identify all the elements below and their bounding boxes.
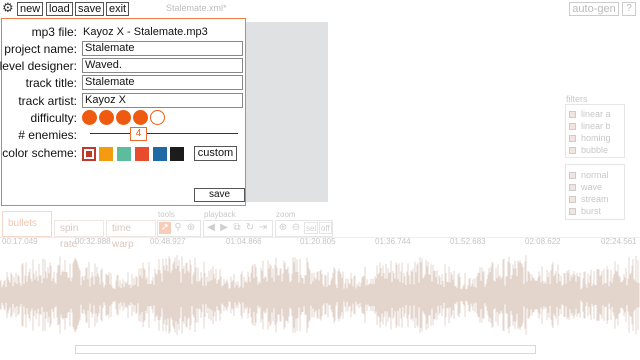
tab-bullets[interactable]: bullets [2,211,52,237]
track-artist-label: track artist: [18,94,77,108]
time-tick: 00:17.049 [2,237,38,246]
difficulty-dot-1[interactable] [82,110,97,125]
pattern-wave[interactable]: wave [569,181,624,193]
song-settings-dialog: mp3 file: Kayoz X - Stalemate.mp3 projec… [0,18,246,206]
zoom-label: zoom [276,210,296,219]
track-title-label: track title: [25,76,77,90]
time-tick: 01:04.866 [226,237,262,246]
filter-bubble[interactable]: bubble [569,144,624,156]
step-back-icon[interactable]: ◀ [205,222,217,234]
filter-linear-b[interactable]: linear b [569,120,624,132]
checkbox[interactable] [569,134,576,142]
zoom-out-icon[interactable]: ⊖ [290,222,302,234]
load-button[interactable]: load [46,2,73,16]
time-tick: 00:48.927 [150,237,186,246]
checkbox[interactable] [569,183,576,191]
color-swatch-6[interactable] [170,147,184,161]
enemies-slider-track[interactable] [90,133,238,134]
step-forward-icon[interactable]: ⇥ [257,222,269,234]
mp3-file-value: Kayoz X - Stalemate.mp3 [83,26,208,38]
help-button[interactable]: ? [622,2,636,16]
level-designer-label: level designer: [0,59,77,73]
magnify-icon[interactable]: ⚲ [172,222,184,234]
filter-homing[interactable]: homing [569,132,624,144]
filters-panel: linear a linear b homing bubble [565,104,625,158]
project-name-field[interactable]: Stalemate [82,41,243,56]
time-tick: 01:36.744 [375,237,411,246]
frame-icon[interactable]: ⧉ [231,222,243,234]
playback-label: playback [204,210,236,219]
time-tick: 02:08.622 [525,237,561,246]
pattern-stream[interactable]: stream [569,193,624,205]
color-swatch-1[interactable] [82,147,96,161]
level-designer-field[interactable]: Waved. [82,58,243,73]
exit-button[interactable]: exit [106,2,130,16]
time-tick: 01:20.805 [300,237,336,246]
pattern-normal[interactable]: normal [569,169,624,181]
filters-title: filters [566,94,588,104]
enemies-slider-handle[interactable]: 4 [130,127,147,141]
difficulty-dot-3[interactable] [116,110,131,125]
time-tick: 02:24.561 [601,237,637,246]
color-swatch-2[interactable] [99,147,113,161]
add-icon[interactable]: ⊕ [185,222,197,234]
color-swatch-4[interactable] [135,147,149,161]
checkbox[interactable] [569,122,576,130]
play-icon[interactable]: ▶ [218,222,230,234]
tools-label: tools [158,210,175,219]
track-title-field[interactable]: Stalemate [82,75,243,90]
difficulty-dot-2[interactable] [99,110,114,125]
checkbox[interactable] [569,171,576,179]
color-swatch-5[interactable] [153,147,167,161]
save-file-button[interactable]: save [75,2,105,16]
checkbox[interactable] [569,195,576,203]
time-tick: 00:32.988 [75,237,111,246]
difficulty-label: difficulty: [30,111,77,125]
time-tick: 01:52.683 [450,237,486,246]
color-scheme-label: color scheme: [2,146,77,160]
horizontal-scrollbar[interactable] [75,345,536,354]
mp3-file-label: mp3 file: [31,25,77,39]
new-button[interactable]: new [17,2,44,16]
pattern-burst[interactable]: burst [569,205,624,217]
pointer-icon[interactable]: ➚ [159,222,171,234]
color-swatch-3[interactable] [117,147,131,161]
checkbox[interactable] [569,110,576,118]
loop-icon[interactable]: ↻ [244,222,256,234]
track-artist-field[interactable]: Kayoz X [82,93,243,108]
dialog-save-button[interactable]: save [194,188,245,202]
auto-gen-button[interactable]: auto-gen [569,2,619,16]
zoom-in-icon[interactable]: ⊕ [277,222,289,234]
audio-waveform[interactable] [0,248,640,342]
file-name: Stalemate.xml* [166,3,227,13]
project-name-label: project name: [4,42,77,56]
tab-time-warp[interactable]: time warp [106,220,156,250]
patterns-panel: normal wave stream burst [565,164,625,220]
gear-icon[interactable]: ⚙ [2,2,15,15]
tab-spin-rate[interactable]: spin rate [54,220,104,250]
preview-panel [244,22,328,202]
difficulty-dot-4[interactable] [133,110,148,125]
custom-color-button[interactable]: custom [194,146,237,161]
filter-linear-a[interactable]: linear a [569,108,624,120]
zoom-off-button[interactable]: off [319,222,332,234]
enemies-label: # enemies: [18,128,77,142]
difficulty-dot-5[interactable] [150,110,165,125]
waveform-path [0,255,640,335]
checkbox[interactable] [569,146,576,154]
zoom-selection-button[interactable]: sel [304,222,319,234]
checkbox[interactable] [569,207,576,215]
